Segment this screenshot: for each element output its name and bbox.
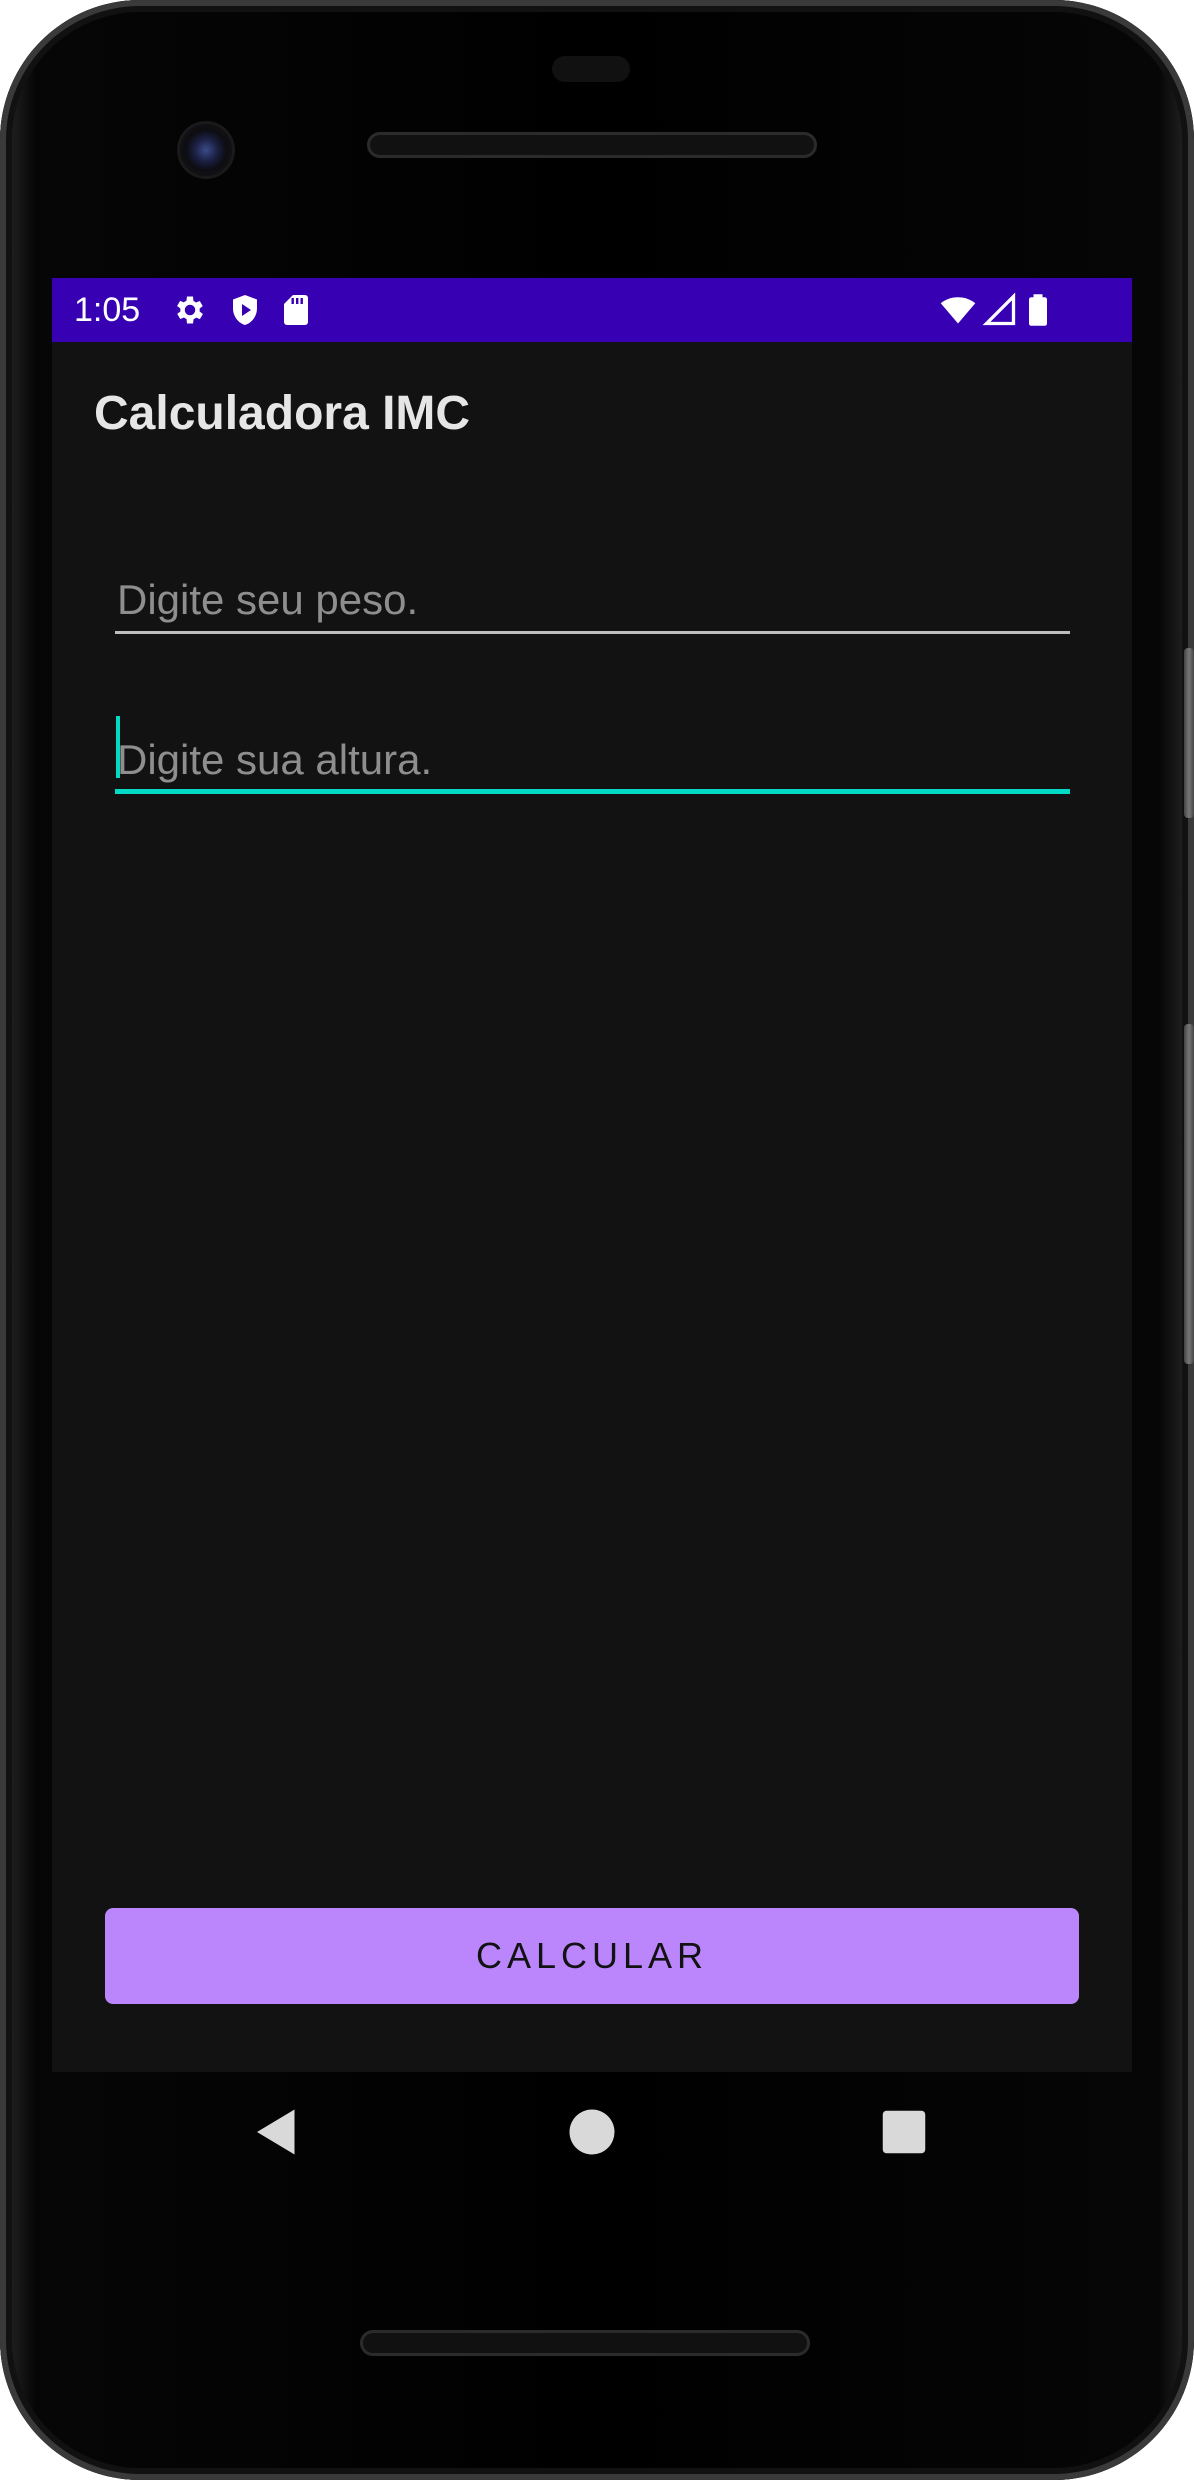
calculate-button[interactable]: CALCULAR: [105, 1908, 1079, 2004]
volume-button: [1184, 1024, 1194, 1364]
phone-frame: 1:05 Calculadora IMC Digite seu peso. Di…: [0, 0, 1194, 2480]
text-cursor: [116, 716, 120, 778]
recents-icon[interactable]: [874, 2102, 934, 2162]
weight-input-underline: [115, 631, 1070, 634]
navigation-bar: [52, 2072, 1132, 2202]
cell-signal-icon: [982, 292, 1018, 328]
height-field-container: [115, 716, 1072, 794]
home-icon[interactable]: [562, 2102, 622, 2162]
gear-icon: [172, 292, 208, 328]
weight-input[interactable]: [115, 570, 1072, 630]
proximity-sensor: [552, 56, 630, 82]
sd-card-icon: [278, 292, 314, 328]
weight-field-container: [115, 570, 1072, 634]
battery-icon: [1020, 292, 1056, 328]
app-title: Calculadora IMC: [94, 387, 471, 440]
height-input-underline: [115, 789, 1070, 794]
status-time: 1:05: [74, 291, 141, 329]
shield-play-icon: [227, 292, 263, 328]
earpiece-speaker: [367, 132, 817, 158]
screen: 1:05 Calculadora IMC Digite seu peso. Di…: [52, 278, 1132, 2072]
front-camera: [180, 124, 232, 176]
back-icon[interactable]: [247, 2102, 307, 2162]
wifi-icon: [940, 292, 976, 328]
bottom-speaker: [360, 2330, 810, 2356]
power-button: [1184, 648, 1194, 818]
height-input[interactable]: [115, 730, 1072, 790]
status-bar: 1:05: [52, 278, 1132, 342]
